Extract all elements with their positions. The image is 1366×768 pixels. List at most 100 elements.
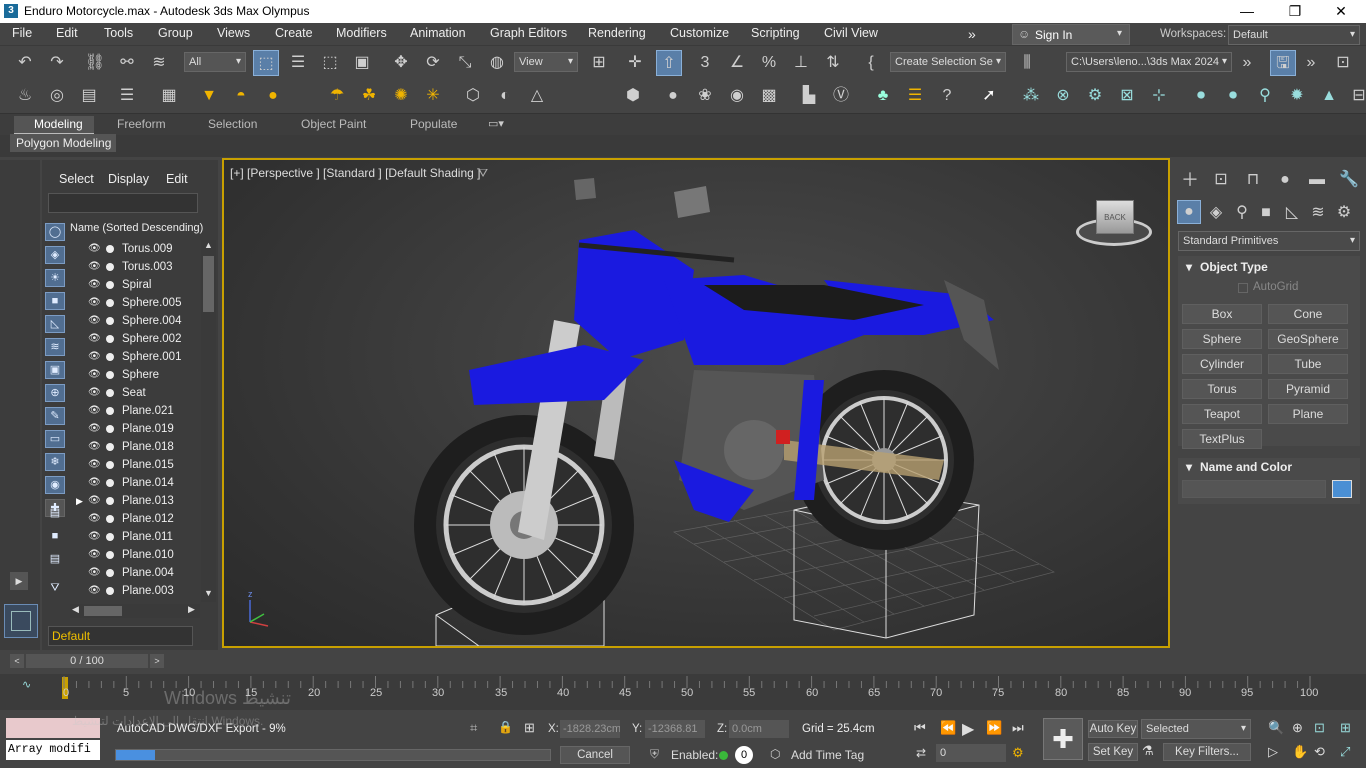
pivot-center-icon[interactable]: ⊞ — [586, 50, 612, 76]
cylinder-button[interactable]: Cylinder — [1182, 354, 1262, 374]
display-geometry-icon[interactable]: ◯ — [45, 223, 65, 241]
create-tab-icon[interactable]: ＋ — [1177, 167, 1203, 193]
minimize-button[interactable]: — — [1232, 2, 1262, 20]
doc-icon[interactable]: ▤ — [45, 505, 65, 523]
visibility-eye-icon[interactable]: 👁 — [88, 276, 101, 294]
visibility-eye-icon[interactable]: 👁 — [88, 528, 101, 546]
unlink-icon[interactable]: ⚯ — [114, 50, 140, 76]
redo-icon[interactable]: ↷ — [44, 50, 70, 76]
page-icon[interactable]: ■ — [45, 528, 65, 546]
tab-freeform[interactable]: Freeform — [117, 117, 166, 131]
visibility-eye-icon[interactable]: 👁 — [88, 348, 101, 366]
visibility-eye-icon[interactable]: 👁 — [88, 474, 101, 492]
sphere-map-icon[interactable]: ◐ — [492, 83, 518, 109]
field-of-view-icon[interactable]: ▷ — [1268, 744, 1278, 760]
viewcube[interactable]: BACK — [1096, 200, 1134, 234]
visibility-eye-icon[interactable]: 👁 — [88, 546, 101, 564]
column-header[interactable]: Name (Sorted Descending) — [70, 222, 203, 234]
set-key-button[interactable]: Set Key — [1088, 743, 1138, 761]
cone-button[interactable]: Cone — [1268, 304, 1348, 324]
display-helpers-icon[interactable]: ◺ — [45, 315, 65, 333]
freeze-dot-icon[interactable] — [106, 317, 114, 325]
freeze-dot-icon[interactable] — [106, 371, 114, 379]
display-groups-icon[interactable]: ▣ — [45, 361, 65, 379]
notes-icon[interactable]: ☰ — [902, 83, 928, 109]
zoom-extents-all-icon[interactable]: ⊞ — [1340, 720, 1351, 736]
key-mode-icon[interactable]: ⇄ — [916, 746, 926, 760]
gallery-icon[interactable]: ▦ — [156, 83, 182, 109]
zoom-extents-icon[interactable]: ⊡ — [1314, 720, 1325, 736]
add-time-tag-button[interactable]: Add Time Tag — [791, 748, 864, 762]
go-to-end-icon[interactable]: ⏭ — [1012, 720, 1024, 736]
box-button[interactable]: Box — [1182, 304, 1262, 324]
list-item[interactable]: 👁 Plane.003 — [70, 582, 200, 600]
name-color-title[interactable]: Name and Color — [1200, 460, 1292, 474]
sky-icon[interactable]: ✳ — [420, 83, 446, 109]
select-by-name-icon[interactable]: ☰ — [285, 50, 311, 76]
list-item[interactable]: 👁 Plane.012 — [70, 510, 200, 528]
maximize-viewport-icon[interactable]: ⤢ — [1340, 744, 1350, 760]
category-dropdown[interactable]: Standard Primitives — [1178, 231, 1360, 251]
ribbon-options-icon[interactable]: ▭▾ — [488, 117, 504, 130]
scale-icon[interactable]: ⤡ — [452, 50, 478, 76]
scroll-up-icon[interactable]: ▲ — [204, 240, 213, 250]
key-set-dropdown[interactable]: Selected — [1141, 719, 1251, 739]
scatter-icon[interactable]: ♣ — [870, 83, 896, 109]
play-icon[interactable]: ▶ — [962, 719, 974, 739]
list-item[interactable]: 👁 Plane.011 — [70, 528, 200, 546]
extra-icon[interactable]: ⊟ — [1346, 83, 1366, 109]
menu-edit[interactable]: Edit — [56, 26, 78, 40]
freeze-dot-icon[interactable] — [106, 425, 114, 433]
project-icon[interactable]: ⊡ — [1330, 50, 1356, 76]
freeze-dot-icon[interactable] — [106, 569, 114, 577]
display-spacewarps-icon[interactable]: ≋ — [45, 338, 65, 356]
camera-icon[interactable]: ⏺ — [1188, 83, 1214, 109]
display-containers-icon[interactable]: ▭ — [45, 430, 65, 448]
visibility-eye-icon[interactable]: 👁 — [88, 456, 101, 474]
named-sets-edit-icon[interactable]: ⇅ — [820, 50, 846, 76]
absolute-mode-icon[interactable]: ⊞ — [524, 720, 535, 736]
list-item[interactable]: 👁 Plane.010 — [70, 546, 200, 564]
menu-modifiers[interactable]: Modifiers — [336, 26, 387, 40]
scroll-thumb[interactable] — [203, 256, 214, 312]
select-object-icon[interactable]: ⬚ — [253, 50, 279, 76]
isolate-icon[interactable]: ⌗ — [470, 720, 477, 736]
placement-icon[interactable]: ◍ — [484, 50, 510, 76]
menu-civil-view[interactable]: Civil View — [824, 26, 878, 40]
angle-snap-icon[interactable]: ∠ — [724, 50, 750, 76]
layer-field[interactable]: Default — [48, 626, 193, 646]
torus-button[interactable]: Torus — [1182, 379, 1262, 399]
menu-create[interactable]: Create — [275, 26, 313, 40]
menu-graph-editors[interactable]: Graph Editors — [490, 26, 567, 40]
freeze-dot-icon[interactable] — [106, 533, 114, 541]
spacewarps-icon[interactable]: ≋ — [1306, 200, 1330, 224]
tab-selection[interactable]: Selection — [208, 117, 257, 131]
textplus-button[interactable]: TextPlus — [1182, 429, 1262, 449]
freeze-dot-icon[interactable] — [106, 443, 114, 451]
object-color-swatch[interactable] — [1332, 480, 1352, 498]
sun-icon[interactable]: ✺ — [388, 83, 414, 109]
undo-icon[interactable]: ↶ — [12, 50, 38, 76]
next-frame-icon[interactable]: > — [150, 654, 164, 668]
display-frozen-icon[interactable]: ❄ — [45, 453, 65, 471]
visibility-eye-icon[interactable]: 👁 — [88, 492, 101, 510]
freeze-dot-icon[interactable] — [106, 245, 114, 253]
shapes-icon[interactable]: ◈ — [1204, 200, 1228, 224]
menu-scripting[interactable]: Scripting — [751, 26, 800, 40]
display-hidden-icon[interactable]: ◉ — [45, 476, 65, 494]
adaptive-degradation-icon[interactable]: ⛨ — [650, 747, 659, 762]
perspective-viewport[interactable]: [+] [Perspective ] [Standard ] [Default … — [222, 158, 1170, 648]
xref-icon[interactable]: ⊗ — [1050, 83, 1076, 109]
helpers-icon[interactable]: ◺ — [1280, 200, 1304, 224]
motion-tab-icon[interactable]: ● — [1272, 167, 1298, 193]
display-bones-icon[interactable]: ✎ — [45, 407, 65, 425]
previous-key-icon[interactable]: ⏪ — [940, 720, 956, 736]
horizontal-scrollbar[interactable]: ◀ ▶ — [70, 604, 200, 618]
display-lights-icon[interactable]: ☀ — [45, 269, 65, 287]
reference-coordinate-dropdown[interactable]: View — [514, 52, 578, 72]
rollout-toggle-icon[interactable]: ▾ — [1186, 460, 1192, 474]
freeze-dot-icon[interactable] — [106, 461, 114, 469]
list-item[interactable]: 👁 Sphere.001 — [70, 348, 200, 366]
freeze-dot-icon[interactable] — [106, 515, 114, 523]
display-shapes-icon[interactable]: ◈ — [45, 246, 65, 264]
